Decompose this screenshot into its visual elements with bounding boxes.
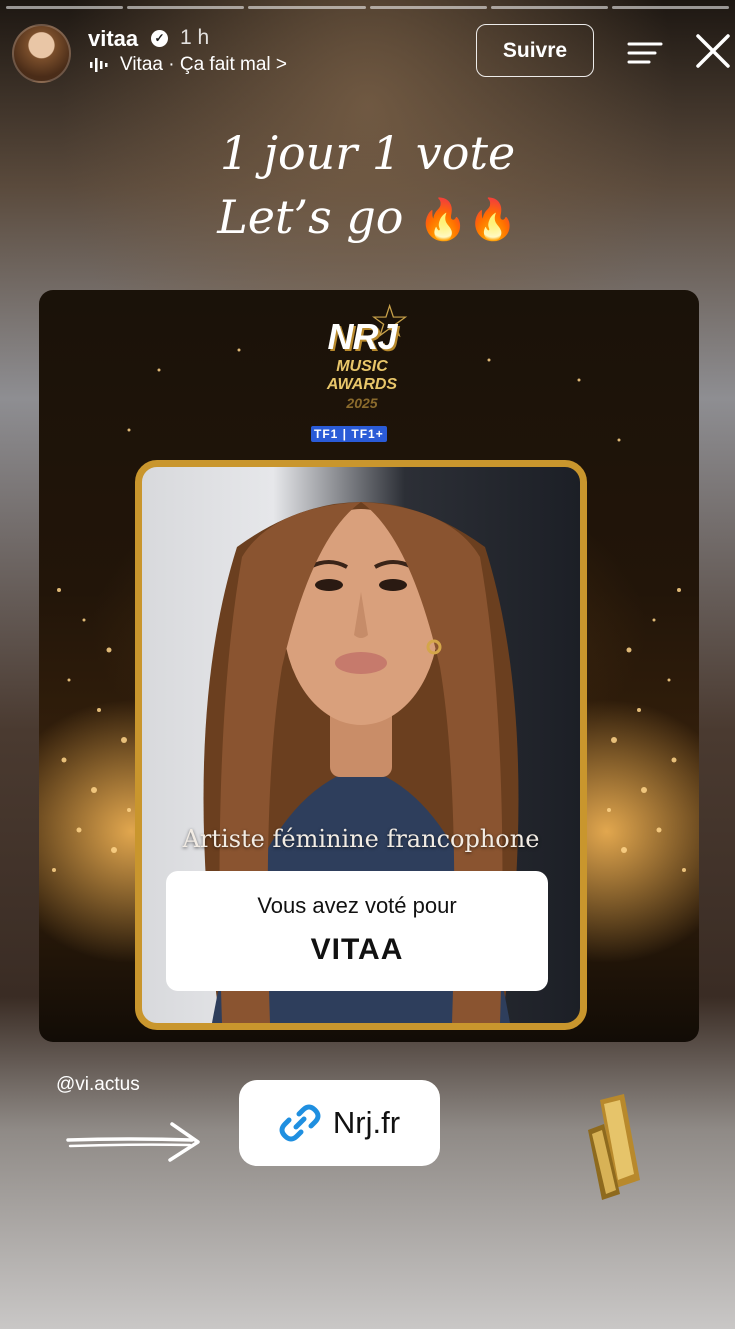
close-icon[interactable] — [695, 33, 731, 69]
hand-drawn-arrow-icon — [66, 1122, 200, 1162]
logo-line-1: MUSIC — [336, 358, 388, 375]
audio-wave-icon — [90, 58, 108, 72]
caption-line-2: Let’s go 🔥🔥 — [0, 190, 735, 244]
mention-sticker[interactable]: @vi.actus — [56, 1074, 140, 1096]
caption-line-1: 1 jour 1 vote — [219, 126, 516, 180]
post-time: 1 h — [180, 26, 210, 49]
link-icon — [279, 1104, 321, 1142]
link-label: Nrj.fr — [332, 1105, 401, 1140]
music-track-link[interactable]: Vitaa · Ça fait mal > — [120, 54, 287, 76]
vote-confirmation-box: Vous avez voté pour VITAA — [166, 871, 548, 991]
follow-button[interactable]: Suivre — [476, 24, 594, 77]
menu-icon[interactable] — [627, 40, 663, 66]
story-progress-bar — [6, 6, 730, 9]
progress-segment — [248, 6, 366, 9]
nrj-music-awards-logo: ☆ NRJ MUSIC AWARDS 2025 — [307, 295, 431, 418]
fire-emoji-icon: 🔥🔥 — [418, 197, 518, 243]
award-category: Artiste féminine francophone — [182, 825, 540, 853]
logo-year: 2025 — [346, 395, 378, 411]
link-sticker[interactable]: Nrj.fr — [239, 1080, 440, 1166]
verified-badge-icon: ✓ — [151, 30, 168, 47]
nrj-vote-card: ☆ NRJ MUSIC AWARDS 2025 TF1 | TF1+ Artis… — [39, 290, 699, 1042]
broadcaster-logo: TF1 | TF1+ — [311, 426, 387, 442]
progress-segment — [369, 6, 487, 9]
caption-text: Let’s go — [217, 190, 404, 244]
progress-segment — [127, 6, 245, 9]
broadcaster-text: TF1 | TF1+ — [311, 426, 387, 442]
vote-label: Vous avez voté pour — [257, 893, 457, 918]
trophy-icon — [588, 1094, 640, 1200]
progress-segment — [6, 6, 124, 9]
username[interactable]: vitaa — [88, 26, 138, 52]
logo-line-2: AWARDS — [326, 376, 398, 393]
artist-photo-frame: Artiste féminine francophone Vous avez v… — [135, 460, 587, 1030]
avatar[interactable] — [12, 24, 71, 83]
voted-artist-name: VITAA — [310, 933, 404, 966]
progress-segment — [490, 6, 608, 9]
progress-segment — [611, 6, 730, 9]
logo-brand: NRJ — [327, 316, 397, 357]
